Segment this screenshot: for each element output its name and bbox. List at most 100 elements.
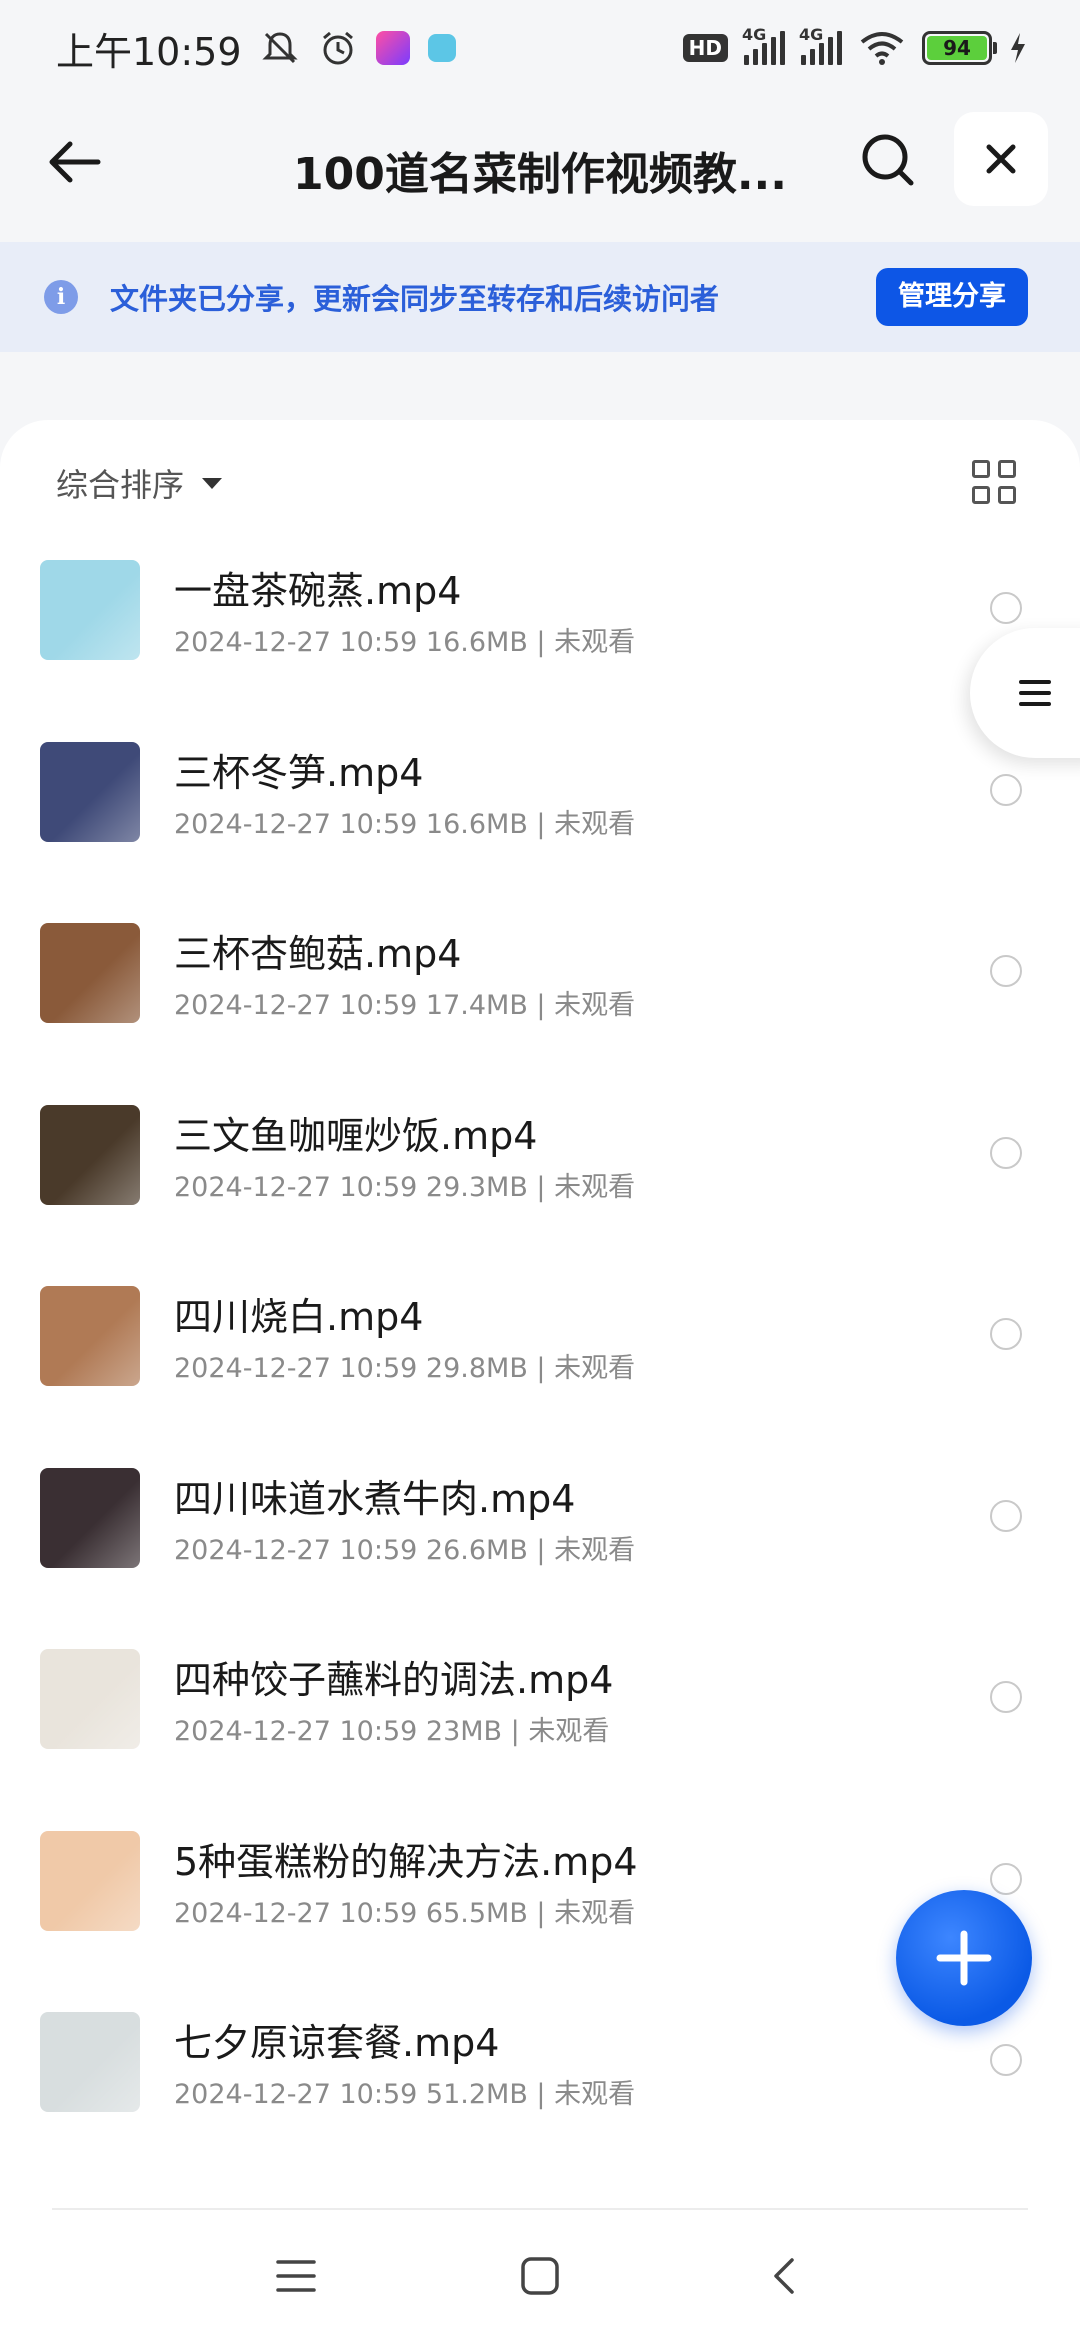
caret-down-icon: [202, 477, 223, 489]
file-date: 2024-12-27 10:59: [174, 1171, 418, 1203]
file-size: 26.6MB: [425, 1534, 528, 1566]
charging-icon: [1011, 33, 1025, 63]
battery-level: 94: [927, 36, 987, 60]
share-notice-text: 文件夹已分享，更新会同步至转存和后续访问者: [110, 282, 720, 316]
alarm-icon: [322, 31, 353, 65]
status-time: 上午10:59: [56, 29, 242, 74]
watch-status: 未观看: [528, 1716, 610, 1747]
status-right-icons: HD 4G 4G 94: [682, 25, 1028, 68]
video-thumbnail: [40, 1830, 140, 1931]
watch-status: 未观看: [554, 1353, 636, 1384]
video-thumbnail: [40, 1649, 140, 1749]
file-item[interactable]: 一盘茶碗蒸.mp4 2024-12-27 10:59 16.6MB | 未观看: [0, 546, 1080, 728]
file-size: 17.4MB: [425, 990, 528, 1021]
file-size: 16.6MB: [425, 808, 528, 840]
menu-icon: [276, 2260, 316, 2292]
file-name: 七夕原谅套餐.mp4: [174, 2021, 500, 2065]
close-icon: [986, 144, 1016, 174]
file-name: 一盘茶碗蒸.mp4: [174, 569, 462, 613]
file-meta: 2024-12-27 10:59 29.3MB | 未观看: [174, 1171, 636, 1203]
status-bar: 上午10:59 HD 4G 4G 94: [0, 0, 1080, 96]
screen: 上午10:59 HD 4G 4G 94 100道名菜制作视频教... i 文件夹…: [0, 0, 1080, 2340]
nav-back-button[interactable]: [754, 2246, 814, 2306]
grid-icon-cell: [998, 486, 1016, 504]
watch-status: 未观看: [554, 2079, 636, 2110]
video-thumbnail: [40, 560, 140, 660]
file-name: 三杯冬笋.mp4: [174, 750, 424, 795]
plus-icon: [936, 1930, 992, 1986]
select-radio[interactable]: [990, 955, 1022, 987]
file-name: 三杯杏鲍菇.mp4: [174, 932, 462, 976]
file-name: 四川味道水煮牛肉.mp4: [174, 1476, 576, 1521]
file-item[interactable]: 三文鱼咖喱炒饭.mp4 2024-12-27 10:59 29.3MB | 未观…: [0, 1091, 1080, 1273]
file-item[interactable]: 三杯杏鲍菇.mp4 2024-12-27 10:59 17.4MB | 未观看: [0, 909, 1080, 1091]
file-item[interactable]: 四种饺子蘸料的调法.mp4 2024-12-27 10:59 23MB | 未观…: [0, 1635, 1080, 1817]
grid-icon: [972, 460, 990, 478]
search-button[interactable]: [856, 128, 920, 192]
file-size: 23MB: [425, 1716, 503, 1747]
watch-status: 未观看: [554, 1534, 636, 1566]
file-meta: 2024-12-27 10:59 29.8MB | 未观看: [174, 1353, 636, 1384]
add-fab-button[interactable]: [896, 1890, 1032, 2026]
file-date: 2024-12-27 10:59: [174, 1716, 418, 1747]
file-date: 2024-12-27 10:59: [174, 627, 418, 658]
share-banner: i 文件夹已分享，更新会同步至转存和后续访问者 管理分享: [0, 242, 1080, 352]
file-item[interactable]: 四川烧白.mp4 2024-12-27 10:59 29.8MB | 未观看: [0, 1272, 1080, 1454]
search-icon: [862, 134, 914, 186]
system-nav-bar: [0, 2210, 1080, 2340]
select-radio[interactable]: [990, 2044, 1022, 2076]
back-button[interactable]: [42, 130, 106, 194]
hd-icon: HD: [682, 34, 728, 62]
sort-label: 综合排序: [56, 466, 185, 504]
grid-icon-cell: [972, 486, 990, 504]
file-name: 四种饺子蘸料的调法.mp4: [174, 1658, 614, 1702]
wifi-icon: [860, 32, 904, 65]
select-radio[interactable]: [990, 1681, 1022, 1713]
select-radio[interactable]: [990, 1499, 1022, 1532]
gallery-app-icon: [427, 34, 456, 62]
file-sheet: 综合排序 一盘茶碗蒸.mp4 2024-12-27 10:59 16.6MB |…: [0, 420, 1080, 2340]
file-meta: 2024-12-27 10:59 17.4MB | 未观看: [174, 990, 636, 1021]
file-meta: 2024-12-27 10:59 26.6MB | 未观看: [174, 1534, 636, 1566]
video-thumbnail: [40, 1286, 140, 1386]
watch-status: 未观看: [554, 1897, 636, 1929]
battery-icon: 94: [922, 31, 997, 65]
video-thumbnail: [40, 741, 140, 842]
file-date: 2024-12-27 10:59: [174, 2079, 418, 2110]
file-size: 51.2MB: [425, 2079, 528, 2110]
file-date: 2024-12-27 10:59: [174, 1353, 418, 1384]
file-item[interactable]: 三杯冬笋.mp4 2024-12-27 10:59 16.6MB | 未观看: [0, 728, 1080, 910]
select-radio[interactable]: [990, 773, 1022, 806]
video-thumbnail: [40, 1104, 140, 1205]
manage-share-button[interactable]: 管理分享: [876, 268, 1028, 326]
select-radio[interactable]: [990, 1136, 1022, 1169]
file-name: 5种蛋糕粉的解决方法.mp4: [174, 1839, 638, 1884]
select-radio[interactable]: [990, 1318, 1022, 1350]
nav-menu-button[interactable]: [266, 2246, 326, 2306]
bank-app-icon: [375, 31, 410, 65]
video-thumbnail: [40, 1467, 140, 1568]
close-button[interactable]: [954, 112, 1048, 206]
sort-dropdown[interactable]: 综合排序: [56, 460, 223, 506]
page-title: 100道名菜制作视频教...: [293, 149, 787, 200]
chevron-left-icon: [774, 2258, 794, 2294]
select-radio[interactable]: [990, 592, 1022, 624]
file-meta: 2024-12-27 10:59 16.6MB | 未观看: [174, 627, 636, 658]
file-date: 2024-12-27 10:59: [174, 808, 418, 840]
grid-view-toggle[interactable]: [972, 460, 1018, 506]
signal-icon-2: 4G: [799, 25, 842, 65]
file-item[interactable]: 七夕原谅套餐.mp4 2024-12-27 10:59 51.2MB | 未观看: [0, 1998, 1080, 2180]
file-date: 2024-12-27 10:59: [174, 1534, 418, 1566]
watch-status: 未观看: [554, 808, 636, 840]
file-item[interactable]: 四川味道水煮牛肉.mp4 2024-12-27 10:59 26.6MB | 未…: [0, 1454, 1080, 1636]
file-date: 2024-12-27 10:59: [174, 990, 418, 1021]
select-radio[interactable]: [990, 1862, 1022, 1895]
video-thumbnail: [40, 2012, 140, 2112]
network-type-label: 4G: [742, 25, 767, 44]
watch-status: 未观看: [554, 990, 636, 1021]
file-meta: 2024-12-27 10:59 65.5MB | 未观看: [174, 1897, 636, 1929]
nav-home-button[interactable]: [510, 2246, 570, 2306]
watch-status: 未观看: [554, 1171, 636, 1203]
video-thumbnail: [40, 923, 140, 1023]
file-size: 29.3MB: [425, 1171, 528, 1203]
